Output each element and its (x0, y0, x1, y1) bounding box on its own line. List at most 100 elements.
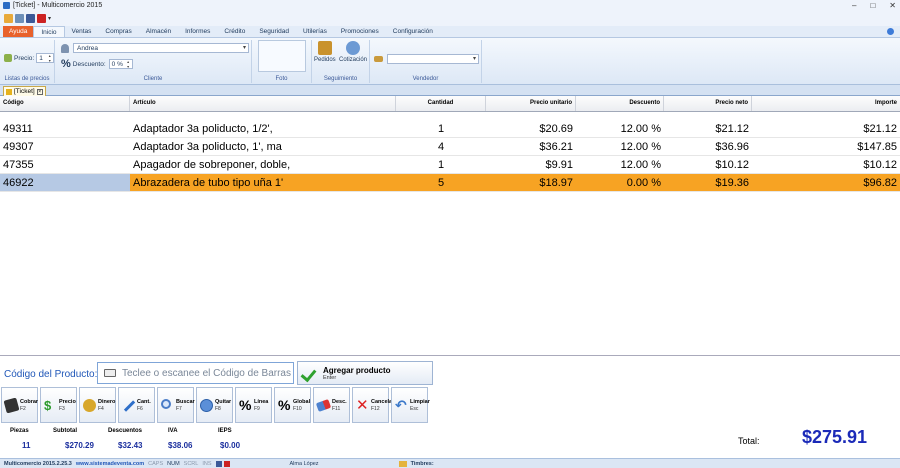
product-code-input[interactable]: Teclee o escanee el Código de Barras (97, 362, 294, 384)
tab-ventas[interactable]: Ventas (65, 26, 99, 37)
vendor-combo[interactable] (387, 54, 479, 64)
status-bar: Multicomercio 2015.2.25.3 www.sistemadev… (0, 458, 900, 468)
cantidad-button[interactable]: Cant. F6 (118, 387, 155, 423)
dinero-button[interactable]: Dinero F4 (79, 387, 116, 423)
fbtn-label: Línea (254, 399, 269, 405)
precio-button[interactable]: $ Precio F3 (40, 387, 77, 423)
tab-inicio[interactable]: Inicio (33, 26, 65, 37)
table-row[interactable]: 49307 Adaptador 3a poliducto, 1', ma 4 $… (0, 138, 900, 156)
ticket-icon (6, 88, 12, 95)
cell-articulo: Adaptador 3a poliducto, 1', ma (133, 141, 282, 153)
tab-configuracion[interactable]: Configuración (386, 26, 440, 37)
youtube-icon[interactable] (37, 13, 46, 23)
desc-button[interactable]: Desc. F11 (313, 387, 350, 423)
iva-value: $38.06 (168, 441, 193, 450)
user-icon[interactable] (15, 13, 24, 23)
fbtn-key: F2 (20, 406, 26, 412)
tab-almacen[interactable]: Almacén (139, 26, 178, 37)
tab-ayuda[interactable]: Ayuda (3, 26, 34, 37)
coins-icon (83, 399, 96, 412)
descuentos-label: Descuentos (108, 428, 143, 434)
column-header-articulo[interactable]: Artículo (130, 96, 396, 111)
keyboard-icon (104, 369, 116, 377)
fbtn-label: Global (293, 399, 311, 405)
cell-precio: $18.97 (539, 177, 573, 189)
tab-informes[interactable]: Informes (178, 26, 217, 37)
folder-icon[interactable] (4, 13, 13, 23)
table-row[interactable]: 47355 Apagador de sobreponer, doble, 1 $… (0, 156, 900, 174)
tab-seguridad[interactable]: Seguridad (252, 26, 296, 37)
fbtn-label: Precio (59, 399, 76, 405)
pedidos-label: Pedidos (314, 57, 336, 63)
column-header-precio[interactable]: Precio unitario (486, 96, 576, 111)
tab-utilerias[interactable]: Utilerías (296, 26, 334, 37)
column-header-descuento[interactable]: Descuento (576, 96, 664, 111)
percent-icon: % (61, 58, 71, 70)
subtotal-value: $270.29 (65, 441, 94, 450)
close-tab-icon[interactable]: × (36, 88, 43, 95)
wallet-icon (3, 397, 20, 414)
cotizacion-button[interactable]: Cotización (339, 41, 367, 63)
discount-label: Descuento: (72, 60, 106, 68)
product-code-placeholder: Teclee o escanee el Código de Barras (122, 367, 291, 379)
undo-arrow-icon: ↶ (395, 397, 407, 413)
piezas-value: 11 (22, 441, 31, 450)
help-icon[interactable] (887, 28, 894, 35)
total-label: Total: (738, 436, 760, 446)
global-button[interactable]: % Global F10 (274, 387, 311, 423)
website-link[interactable]: www.sistemadeventa.com (76, 461, 144, 467)
client-combo[interactable]: Andrea (73, 43, 249, 53)
ins-indicator: INS (202, 460, 212, 467)
column-header-cantidad[interactable]: Cantidad (396, 96, 486, 111)
quitar-button[interactable]: Quitar F8 (196, 387, 233, 423)
price-spinner[interactable]: 1 (36, 53, 55, 63)
user-name: Alma López (289, 460, 319, 467)
forklift-icon (317, 41, 332, 55)
tab-promociones[interactable]: Promociones (334, 26, 386, 37)
customize-dropdown-icon[interactable]: ▾ (48, 15, 51, 22)
fbtn-label: Desc. (332, 399, 347, 405)
column-header-neto[interactable]: Precio neto (664, 96, 752, 111)
fbtn-label: Cant. (137, 399, 151, 405)
pedidos-button[interactable]: Pedidos (314, 41, 336, 63)
fbtn-label: Limpiar (410, 399, 430, 405)
facebook-icon[interactable] (26, 13, 35, 23)
fbtn-key: F4 (98, 406, 104, 412)
group-label: Cliente (143, 76, 163, 82)
cobrar-button[interactable]: Cobrar F2 (1, 387, 38, 423)
piezas-label: Piezas (10, 428, 29, 434)
timbres-icon (398, 460, 407, 467)
linea-button[interactable]: % Línea F9 (235, 387, 272, 423)
client-icon (61, 43, 69, 53)
tab-compras[interactable]: Compras (98, 26, 138, 37)
cell-cantidad: 5 (437, 177, 445, 189)
minimize-button[interactable]: – (852, 1, 856, 10)
cell-codigo: 47355 (3, 159, 34, 171)
group-listas-precios: Precio: 1 Listas de precios (0, 40, 55, 83)
total-value: $275.91 (802, 427, 868, 447)
limpiar-button[interactable]: ↶ Limpiar Esc (391, 387, 430, 423)
descuentos-value: $32.43 (118, 441, 143, 450)
group-label: Listas de precios (4, 76, 50, 82)
facebook-icon[interactable] (215, 460, 222, 467)
table-row[interactable]: 49311 Adaptador 3a poliducto, 1/2', 1 $2… (0, 120, 900, 138)
column-header-codigo[interactable]: Código (0, 96, 130, 111)
cell-cantidad: 1 (437, 123, 445, 135)
cell-neto: $19.36 (715, 177, 749, 189)
iva-label: IVA (168, 428, 178, 434)
discount-spinner[interactable]: 0 % (108, 59, 133, 69)
column-header-importe[interactable]: Importe (752, 96, 900, 111)
quick-access-toolbar: ▾ (0, 10, 900, 26)
close-button[interactable]: ✕ (889, 1, 896, 10)
maximize-button[interactable]: □ (870, 1, 875, 10)
table-row-selected[interactable]: 46922 Abrazadera de tubo tipo uña 1' 5 $… (0, 174, 900, 192)
cancela-button[interactable]: ✕ Cancela F12 (352, 387, 392, 423)
cell-precio: $20.69 (539, 123, 573, 135)
buscar-button[interactable]: Buscar F7 (157, 387, 195, 423)
cell-cantidad: 4 (437, 141, 445, 153)
youtube-icon[interactable] (223, 460, 230, 467)
ticket-tab[interactable]: [Ticket] × (3, 86, 46, 96)
vendor-icon (374, 56, 383, 62)
tab-credito[interactable]: Crédito (217, 26, 252, 37)
add-product-button[interactable]: Agregar producto Enter (297, 361, 433, 385)
